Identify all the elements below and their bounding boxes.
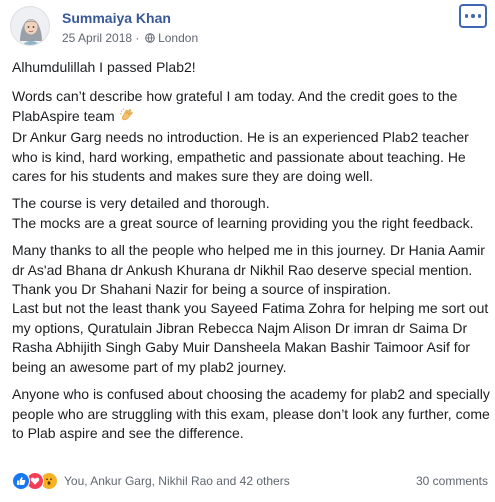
post-paragraph: Anyone who is confused about choosing th… xyxy=(12,386,490,441)
post-paragraph: Dr Ankur Garg needs no introduction. He … xyxy=(12,129,469,185)
post-date[interactable]: 25 April 2018 xyxy=(62,31,132,45)
reactors-text[interactable]: You, Ankur Garg, Nikhil Rao and 42 other… xyxy=(64,474,290,488)
post-footer: You, Ankur Garg, Nikhil Rao and 42 other… xyxy=(12,471,488,491)
post-paragraph: Words can’t describe how grateful I am t… xyxy=(12,88,458,124)
meta-separator: · xyxy=(132,31,143,45)
post-paragraph: Alhumdulillah I passed Plab2! xyxy=(12,59,196,75)
post-paragraph-with-emoji: Words can’t describe how grateful I am t… xyxy=(12,87,490,128)
more-options-icon xyxy=(464,14,469,18)
more-options-button[interactable] xyxy=(459,4,487,28)
post-location[interactable]: London xyxy=(158,31,198,45)
clapping-hands-emoji-icon xyxy=(119,107,135,128)
reaction-icons[interactable] xyxy=(12,472,58,490)
post-paragraph: Many thanks to all the people who helped… xyxy=(12,242,489,375)
more-options-dot xyxy=(471,14,475,18)
comments-count[interactable]: 30 comments xyxy=(416,474,488,488)
post-meta: 25 April 2018 · London xyxy=(62,31,198,46)
author-name[interactable]: Summaiya Khan xyxy=(62,10,171,26)
post-paragraph: The course is very detailed and thorough… xyxy=(12,195,474,231)
like-reaction-icon xyxy=(12,472,30,490)
avatar[interactable] xyxy=(10,6,50,46)
post-body: Alhumdulillah I passed Plab2! Words can’… xyxy=(12,58,490,451)
more-options-dot xyxy=(477,14,482,18)
globe-icon xyxy=(144,32,155,46)
